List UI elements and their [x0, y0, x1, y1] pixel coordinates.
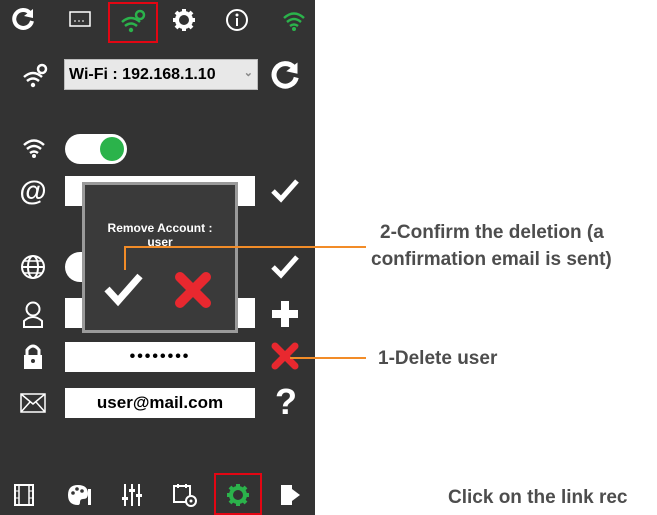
footer-annotation: Click on the link rec	[448, 487, 628, 508]
confirm-annotation-line-h	[124, 246, 366, 248]
wifi-settings-row-icon	[20, 60, 50, 90]
check-server-icon[interactable]	[268, 252, 302, 282]
add-user-icon[interactable]	[268, 298, 302, 330]
password-mask: ••••••••	[129, 348, 191, 365]
remove-account-dialog: Remove Account : user	[82, 182, 238, 333]
gear-icon[interactable]	[170, 6, 198, 34]
wifi-settings-icon[interactable]	[118, 7, 148, 35]
refresh-icon[interactable]	[10, 6, 36, 32]
network-select-value: Wi-Fi : 192.168.1.10	[69, 65, 216, 83]
delete-annotation: 1-Delete user	[378, 348, 498, 369]
cancel-icon[interactable]	[171, 269, 215, 311]
calendar-icon[interactable]	[170, 481, 200, 509]
confirm-check-icon[interactable]	[101, 269, 145, 309]
confirm-annotation-line-v	[124, 247, 126, 270]
settings-gear-icon[interactable]	[224, 481, 252, 509]
ticket-icon[interactable]	[67, 8, 93, 30]
wifi-toggle-knob	[100, 137, 124, 161]
email-value: user@mail.com	[96, 393, 224, 412]
wifi-signal-icon	[280, 8, 308, 34]
lock-icon	[20, 340, 46, 372]
email-field[interactable]: user@mail.com	[65, 388, 255, 418]
help-icon[interactable]: ?	[270, 384, 302, 420]
film-icon[interactable]	[10, 481, 38, 509]
password-input[interactable]: ••••••••	[65, 342, 255, 372]
envelope-icon	[18, 390, 48, 416]
globe-icon	[18, 252, 48, 282]
at-icon: @	[19, 175, 47, 206]
dialog-title: Remove Account :	[107, 221, 213, 235]
wifi-toggle[interactable]	[65, 134, 127, 164]
info-icon[interactable]	[223, 6, 251, 34]
refresh-network-icon[interactable]	[268, 58, 302, 92]
confirm-annotation-line1: 2-Confirm the deletion (a	[380, 222, 604, 243]
confirm-annotation-line2: confirmation email is sent)	[371, 249, 612, 270]
check-icon[interactable]	[268, 176, 302, 206]
delete-user-icon[interactable]	[268, 340, 302, 372]
exit-icon[interactable]	[276, 481, 304, 509]
sliders-icon[interactable]	[118, 481, 146, 509]
delete-annotation-line	[290, 357, 366, 359]
app-panel: Wi-Fi : 192.168.1.10 ⌄ @ •••••••• user@m…	[0, 0, 315, 515]
network-select[interactable]: Wi-Fi : 192.168.1.10 ⌄	[64, 59, 258, 90]
wifi-icon	[18, 134, 50, 162]
palette-icon[interactable]	[64, 481, 94, 509]
chevron-down-icon: ⌄	[243, 67, 253, 79]
user-icon	[18, 298, 48, 330]
